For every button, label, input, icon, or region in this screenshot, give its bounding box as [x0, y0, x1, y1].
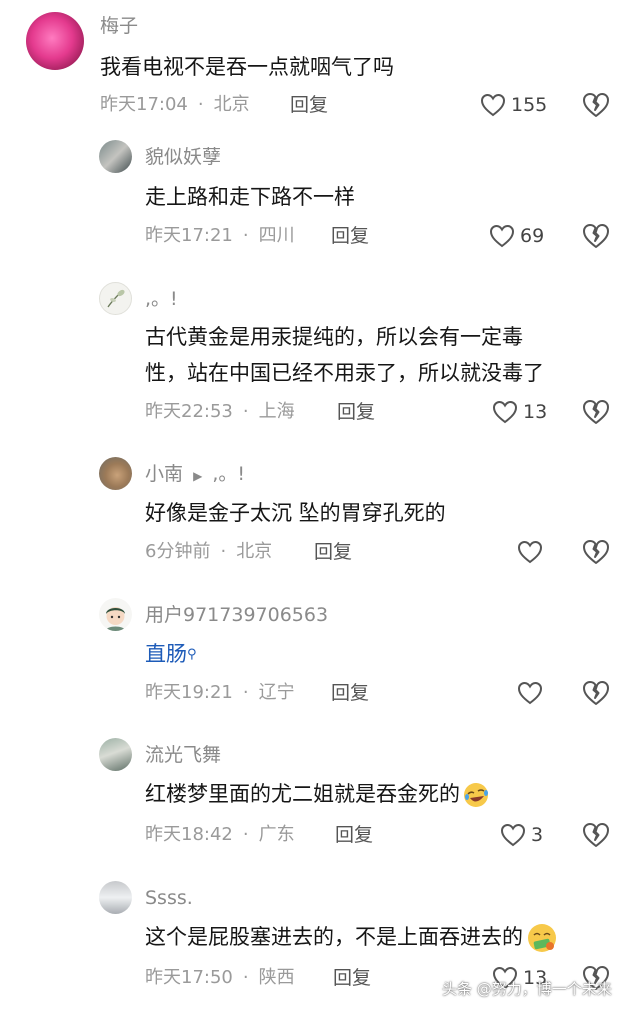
comment-username[interactable]: Ssss. [145, 886, 193, 910]
heart-icon [492, 400, 518, 424]
comment-text: 我看电视不是吞一点就咽气了吗 [100, 55, 394, 79]
broken-heart-icon[interactable] [582, 222, 610, 250]
comment-time: 昨天18:42 [145, 824, 233, 845]
comment-time: 昨天17:21 [145, 225, 233, 246]
comment-time: 6分钟前 [145, 541, 211, 562]
comment-text-line-2: 性，站在中国已经不用汞了，所以就没毒了 [145, 361, 544, 385]
money-mouth-emoji-icon [528, 924, 556, 952]
comment-meta: 昨天17:50 · 陕西 [145, 966, 295, 990]
like-button[interactable] [517, 537, 548, 567]
comment-username[interactable]: 流光飞舞 [145, 743, 221, 767]
comment-location: 上海 [258, 401, 295, 422]
heart-icon [500, 823, 526, 847]
avatar[interactable] [99, 140, 132, 173]
separator-dot: · [220, 541, 227, 562]
comment-username[interactable]: 貌似妖孽 [145, 145, 221, 169]
heart-icon [517, 540, 543, 564]
like-count: 69 [520, 225, 545, 247]
like-button[interactable] [517, 678, 548, 708]
broken-heart-icon[interactable] [582, 91, 610, 119]
separator-dot: · [242, 682, 249, 703]
comment-location: 辽宁 [258, 682, 295, 703]
reply-button[interactable]: 回复 [337, 400, 375, 424]
reply-button[interactable]: 回复 [333, 966, 371, 990]
comment-text: 红楼梦里面的尤二姐就是吞金死的 [145, 777, 490, 812]
broken-heart-icon[interactable] [582, 398, 610, 426]
heart-icon [480, 93, 506, 117]
comment-text-body: 红楼梦里面的尤二姐就是吞金死的 [145, 782, 460, 806]
broken-heart-icon[interactable] [582, 538, 610, 566]
laughing-emoji-icon [464, 783, 488, 807]
reply-button[interactable]: 回复 [335, 823, 373, 847]
comment-text: 直肠⚲ [145, 637, 197, 672]
comment-text-body: 这个是屁股塞进去的，不是上面吞进去的 [145, 925, 523, 949]
comment-meta: 6分钟前 · 北京 [145, 540, 272, 564]
comment-text-line-1: 古代黄金是用汞提纯的，所以会有一定毒 [145, 325, 523, 349]
reply-to-username[interactable]: ,。! [212, 463, 245, 485]
comment-meta: 昨天19:21 · 辽宁 [145, 681, 295, 705]
reply-button[interactable]: 回复 [331, 224, 369, 248]
like-count: 13 [523, 401, 548, 423]
heart-icon [517, 681, 543, 705]
avatar[interactable] [26, 12, 84, 70]
comment-time: 昨天17:04 [100, 94, 188, 115]
separator-dot: · [197, 94, 204, 115]
flower-illustration [107, 289, 125, 308]
broken-heart-icon[interactable] [582, 821, 610, 849]
comment-location: 北京 [213, 94, 250, 115]
broken-heart-icon[interactable] [582, 679, 610, 707]
like-count: 3 [531, 824, 544, 846]
separator-dot: · [242, 225, 249, 246]
comment-location: 四川 [258, 225, 295, 246]
like-button[interactable]: 13 [492, 397, 547, 427]
comment-meta: 昨天22:53 · 上海 [145, 400, 295, 424]
comment-meta: 昨天17:04 · 北京 [100, 93, 250, 117]
avatar[interactable] [99, 881, 132, 914]
search-icon[interactable]: ⚲ [187, 647, 197, 662]
separator-dot: · [242, 824, 249, 845]
avatar[interactable] [99, 282, 132, 315]
comment-meta: 昨天17:21 · 四川 [145, 224, 295, 248]
comment-time: 昨天19:21 [145, 682, 233, 703]
separator-dot: · [242, 967, 249, 988]
comment-location: 陕西 [258, 967, 295, 988]
comment-location: 广东 [258, 824, 295, 845]
cartoon-avatar-illustration [105, 607, 126, 631]
comment-text: 这个是屁股塞进去的，不是上面吞进去的 [145, 920, 559, 955]
comment-username[interactable]: 小南 ▶ ,。! [145, 462, 245, 488]
like-button[interactable]: 155 [480, 90, 547, 120]
avatar[interactable] [99, 457, 132, 490]
avatar[interactable] [99, 738, 132, 771]
comment-text: 好像是金子太沉 坠的胃穿孔死的 [145, 501, 446, 525]
comment-location: 北京 [236, 541, 273, 562]
comment-username[interactable]: ,。! [145, 287, 178, 311]
comment-username[interactable]: 用户971739706563 [145, 603, 328, 627]
reply-button[interactable]: 回复 [290, 93, 328, 117]
like-button[interactable]: 3 [500, 820, 543, 850]
comment-text: 走上路和走下路不一样 [145, 185, 355, 209]
heart-icon [489, 224, 515, 248]
reply-button[interactable]: 回复 [331, 681, 369, 705]
watermark: 头条 @努力，博一个未来 [442, 980, 612, 998]
separator-dot: · [242, 401, 249, 422]
comment-meta: 昨天18:42 · 广东 [145, 823, 295, 847]
search-link[interactable]: 直肠 [145, 642, 187, 666]
reply-arrow-icon: ▶ [193, 469, 203, 483]
avatar[interactable] [99, 598, 132, 631]
reply-button[interactable]: 回复 [314, 540, 352, 564]
comment-username-text: 小南 [145, 463, 184, 485]
like-count: 155 [511, 94, 548, 116]
comment-username[interactable]: 梅子 [100, 14, 138, 38]
comment-time: 昨天22:53 [145, 401, 233, 422]
like-button[interactable]: 69 [489, 221, 544, 251]
comment-time: 昨天17:50 [145, 967, 233, 988]
